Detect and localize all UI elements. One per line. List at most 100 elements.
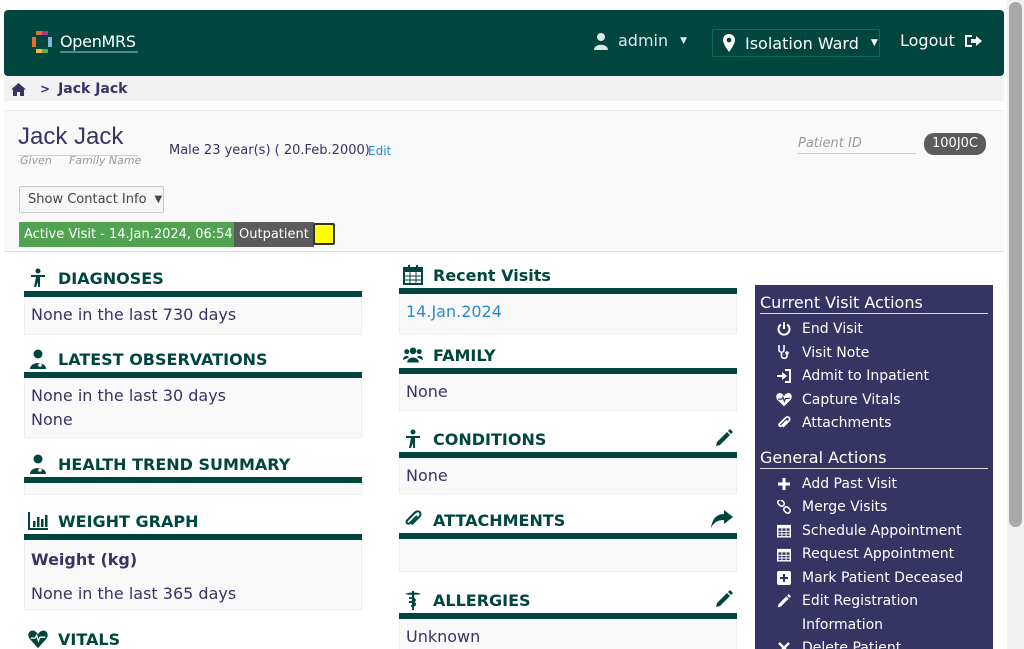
observations-header: LATEST OBSERVATIONS	[24, 346, 362, 372]
calendar-icon	[403, 265, 423, 285]
conditions-title: CONDITIONS	[433, 429, 547, 449]
edit-registration-label-2: Information	[802, 616, 884, 633]
medical-caduceus-icon	[403, 590, 423, 610]
vitals-header: VITALS	[24, 626, 362, 649]
paperclip-icon	[403, 510, 423, 530]
merge-visits-label: Merge Visits	[802, 499, 888, 515]
schedule-appointment-action[interactable]: Schedule Appointment	[760, 520, 988, 544]
recent-visit-link[interactable]: 14.Jan.2024	[406, 302, 502, 321]
weight-graph-widget: WEIGHT GRAPH Weight (kg) None in the las…	[24, 508, 362, 610]
allergies-title: ALLERGIES	[433, 590, 531, 610]
allergies-body: Unknown	[399, 619, 737, 649]
diagnosis-icon	[403, 429, 423, 449]
page-scrollbar[interactable]	[1007, 0, 1024, 649]
active-visit-badge[interactable]: Active Visit - 14.Jan.2024, 06:54:55	[19, 222, 259, 247]
family-title: FAMILY	[433, 345, 496, 365]
logo-tagline	[60, 51, 138, 53]
patient-demographics: Male 23 year(s) ( 20.Feb.2000)	[169, 143, 370, 158]
delete-patient-action[interactable]: Delete Patient	[760, 637, 988, 649]
edit-demographics-link[interactable]: Edit	[368, 144, 391, 158]
sign-in-icon	[776, 365, 792, 387]
user-md-icon	[28, 349, 48, 369]
attachments-header: ATTACHMENTS	[399, 507, 737, 533]
visit-note-action[interactable]: Visit Note	[760, 342, 988, 366]
weight-graph-text: None in the last 365 days	[31, 584, 237, 603]
merge-visits-action[interactable]: Merge Visits	[760, 496, 988, 520]
observations-widget: LATEST OBSERVATIONS None in the last 30 …	[24, 346, 362, 438]
caret-down-icon: ▼	[154, 194, 163, 205]
capture-vitals-label: Capture Vitals	[802, 391, 901, 408]
patient-name: Jack Jack	[18, 123, 124, 150]
vitals-title: VITALS	[58, 629, 121, 649]
family-body: None	[399, 374, 737, 411]
plus-square-icon	[776, 567, 792, 589]
edit-registration-action-cont[interactable]: Information	[760, 614, 988, 638]
attachments-widget: ATTACHMENTS	[399, 507, 737, 572]
allergies-widget: ALLERGIES Unknown	[399, 587, 737, 649]
capture-vitals-action[interactable]: Capture Vitals	[760, 389, 988, 413]
general-actions-title: General Actions	[760, 448, 988, 469]
edit-conditions-icon[interactable]	[715, 429, 733, 451]
link-icon	[776, 496, 792, 518]
diagnoses-body: None in the last 730 days	[24, 297, 362, 335]
plus-icon	[776, 473, 792, 495]
recent-visits-title: Recent Visits	[433, 265, 551, 285]
health-trend-header: HEALTH TREND SUMMARY	[24, 451, 362, 477]
openmrs-logo[interactable]: OpenMRS	[30, 28, 150, 58]
diagnoses-header: DIAGNOSES	[24, 265, 362, 291]
chevron-down-icon: ▼	[870, 38, 878, 48]
scrollbar-thumb[interactable]	[1009, 2, 1022, 527]
attachments-action[interactable]: Attachments	[760, 412, 988, 436]
pencil-icon	[776, 590, 792, 612]
recent-visits-header: Recent Visits	[399, 262, 737, 288]
paperclip-icon	[776, 412, 792, 434]
show-contact-info-button[interactable]: Show Contact Info ▼	[19, 186, 164, 213]
bar-chart-icon	[28, 511, 48, 531]
edit-allergies-icon[interactable]	[715, 590, 733, 612]
current-visit-actions-title: Current Visit Actions	[760, 293, 988, 314]
weight-graph-body: Weight (kg) None in the last 365 days	[24, 540, 362, 610]
recent-visits-body: 14.Jan.2024	[399, 294, 737, 334]
sticky-note-icon[interactable]	[313, 223, 335, 245]
logout-link[interactable]: Logout	[900, 31, 983, 50]
location-selector[interactable]: Isolation Ward ▼	[712, 29, 880, 57]
times-icon	[776, 637, 792, 649]
observations-line-1: None in the last 30 days	[31, 386, 226, 405]
end-visit-label: End Visit	[802, 321, 863, 337]
calendar-icon	[776, 543, 792, 565]
user-menu[interactable]: admin ▼	[594, 31, 687, 50]
health-trend-body	[24, 483, 362, 495]
logout-label: Logout	[900, 31, 955, 50]
user-md-icon	[28, 454, 48, 474]
patient-header: Jack Jack Given Family Name Male 23 year…	[4, 110, 1004, 252]
stethoscope-icon	[776, 342, 792, 364]
openmrs-logo-icon	[32, 31, 52, 53]
edit-registration-action[interactable]: Edit Registration	[760, 590, 988, 614]
users-icon	[403, 345, 423, 365]
breadcrumb-patient[interactable]: Jack Jack	[58, 81, 127, 97]
add-past-visit-label: Add Past Visit	[802, 475, 898, 492]
request-appointment-action[interactable]: Request Appointment	[760, 543, 988, 567]
diagnosis-icon	[28, 268, 48, 288]
vitals-widget: VITALS	[24, 626, 362, 649]
end-visit-action[interactable]: End Visit	[760, 318, 988, 342]
patient-id-badge: 100J0C	[924, 133, 986, 155]
mark-deceased-action[interactable]: Mark Patient Deceased	[760, 567, 988, 591]
admit-inpatient-action[interactable]: Admit to Inpatient	[760, 365, 988, 389]
logo-text: OpenMRS	[60, 32, 136, 51]
observations-line-2: None	[31, 410, 73, 429]
heartbeat-icon	[28, 629, 48, 649]
add-past-visit-action[interactable]: Add Past Visit	[760, 473, 988, 497]
admit-inpatient-label: Admit to Inpatient	[802, 368, 930, 384]
app-header: OpenMRS admin ▼ Isolation Ward ▼ Logout	[4, 10, 1004, 76]
delete-patient-label: Delete Patient	[802, 640, 902, 649]
request-appointment-label: Request Appointment	[802, 546, 955, 562]
home-icon[interactable]	[11, 82, 26, 96]
diagnoses-widget: DIAGNOSES None in the last 730 days	[24, 265, 362, 335]
share-arrow-icon[interactable]	[711, 510, 733, 532]
health-trend-widget: HEALTH TREND SUMMARY	[24, 451, 362, 495]
power-icon	[776, 318, 792, 340]
attachments-title: ATTACHMENTS	[433, 510, 566, 530]
user-icon	[594, 32, 608, 50]
